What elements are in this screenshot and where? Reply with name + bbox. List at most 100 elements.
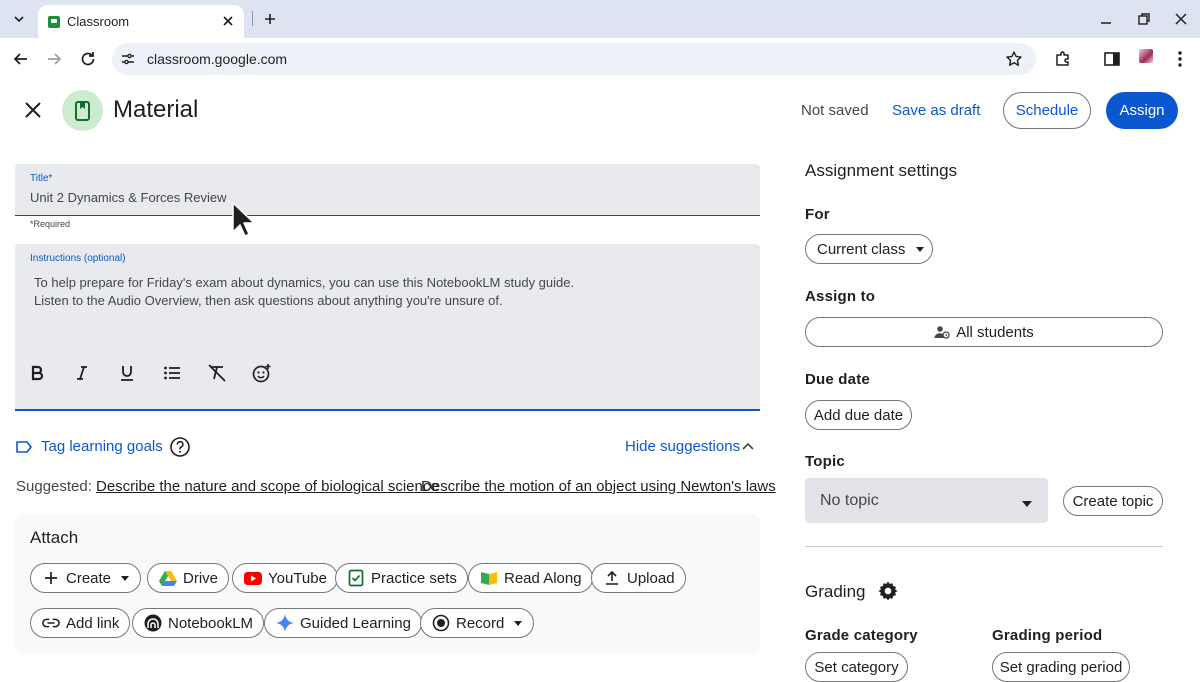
forward-arrow-icon[interactable] [43, 48, 65, 70]
chip-label: Drive [183, 569, 219, 587]
plus-icon [42, 569, 60, 587]
profile-avatar[interactable] [1139, 49, 1153, 63]
title-field-label: Title* [30, 173, 53, 184]
dropdown-arrow-icon [120, 573, 130, 583]
record-icon [432, 614, 450, 632]
label-tag-icon [15, 438, 33, 456]
upload-icon [603, 569, 621, 587]
tag-learning-goals-link[interactable]: Tag learning goals [41, 438, 163, 455]
site-info-icon[interactable] [120, 51, 136, 67]
google-drive-icon [159, 569, 177, 587]
people-icon [934, 325, 950, 339]
schedule-button[interactable]: Schedule [1003, 92, 1091, 129]
grading-heading: Grading [805, 582, 866, 601]
chip-label: Practice sets [371, 569, 457, 587]
close-icon[interactable] [22, 99, 44, 121]
chip-label: Create [66, 569, 112, 587]
create-topic-button[interactable]: Create topic [1063, 486, 1163, 516]
suggestion-link[interactable]: Describe the motion of an object using N… [421, 478, 776, 495]
close-window-icon[interactable] [1171, 9, 1191, 29]
grade-category-label: Grade category [805, 627, 918, 644]
save-as-draft-button[interactable]: Save as draft [892, 102, 980, 119]
browser-menu-kebab-icon[interactable] [1169, 48, 1191, 70]
page-header: Material Not saved Save as draft Schedul… [0, 80, 1200, 140]
record-button[interactable]: Record [420, 608, 535, 638]
tab-separator [252, 11, 253, 26]
bookmark-star-icon[interactable] [1004, 49, 1024, 69]
bold-icon[interactable] [24, 360, 50, 386]
tab-title: Classroom [67, 14, 130, 29]
address-bar[interactable]: classroom.google.com [112, 43, 1036, 75]
class-select-dropdown[interactable]: Current class [805, 234, 933, 264]
section-divider [805, 546, 1163, 547]
minimize-window-icon[interactable] [1096, 9, 1116, 29]
italic-icon[interactable] [69, 360, 95, 386]
gemini-sparkle-icon [276, 614, 294, 632]
chip-label: Add link [66, 614, 120, 632]
topic-select[interactable]: No topic [805, 478, 1048, 523]
assign-to-students-select[interactable]: All students [805, 317, 1163, 347]
classroom-favicon-icon [48, 15, 60, 28]
upload-button[interactable]: Upload [591, 563, 686, 593]
bulleted-list-icon[interactable] [159, 360, 185, 386]
underline-icon[interactable] [114, 360, 140, 386]
reload-icon[interactable] [77, 48, 99, 70]
url-text: classroom.google.com [147, 51, 288, 67]
hide-suggestions-button[interactable]: Hide suggestions [625, 438, 740, 455]
read-along-button[interactable]: Read Along [468, 563, 593, 593]
chip-label: Record [456, 614, 505, 632]
add-link-button[interactable]: Add link [30, 608, 131, 638]
notebooklm-icon [144, 614, 162, 632]
youtube-button[interactable]: YouTube [232, 563, 338, 593]
help-question-icon[interactable] [169, 436, 191, 458]
assign-button[interactable]: Assign [1106, 92, 1178, 129]
material-book-icon [62, 90, 103, 131]
dropdown-arrow-icon [513, 618, 523, 628]
suggestion-link[interactable]: Describe the nature and scope of biologi… [96, 478, 439, 495]
chip-label: Read Along [504, 569, 582, 587]
new-tab-plus-icon[interactable] [260, 9, 280, 29]
class-select-value: Current class [817, 240, 906, 258]
restore-window-icon[interactable] [1134, 9, 1154, 29]
instructions-text-line-2[interactable]: Listen to the Audio Overview, then ask q… [34, 293, 503, 308]
add-due-date-button[interactable]: Add due date [805, 400, 912, 430]
suggested-label: Suggested: [16, 478, 92, 495]
guided-learning-button[interactable]: Guided Learning [264, 608, 422, 638]
drive-button[interactable]: Drive [147, 563, 230, 593]
topic-label: Topic [805, 453, 845, 470]
instructions-field-label: Instructions (optional) [30, 253, 126, 264]
close-tab-icon[interactable] [220, 13, 236, 29]
grading-period-label: Grading period [992, 627, 1103, 644]
browser-tab-classroom[interactable]: Classroom [38, 5, 244, 38]
required-note: *Required [30, 219, 71, 229]
side-panel-icon[interactable] [1101, 48, 1123, 70]
page-title: Material [113, 96, 199, 123]
mouse-pointer-icon [232, 202, 256, 238]
title-field-value[interactable]: Unit 2 Dynamics & Forces Review [30, 190, 227, 205]
browser-toolbar: classroom.google.com [0, 38, 1200, 80]
extensions-puzzle-icon[interactable] [1052, 48, 1074, 70]
tab-search-chevron-icon[interactable] [8, 8, 30, 30]
assignment-settings-panel: Assignment settings For Current class As… [805, 150, 1185, 682]
for-label: For [805, 206, 830, 223]
link-icon [42, 614, 60, 632]
notebooklm-button[interactable]: NotebookLM [132, 608, 265, 638]
chevron-up-icon[interactable] [740, 439, 756, 455]
dropdown-arrow-icon [1021, 496, 1033, 507]
add-emoji-icon[interactable] [249, 360, 275, 386]
set-grading-period-button[interactable]: Set grading period [992, 652, 1130, 682]
youtube-icon [244, 569, 262, 587]
chip-label: Guided Learning [300, 614, 411, 632]
set-category-button[interactable]: Set category [805, 652, 908, 682]
instructions-text-line-1[interactable]: To help prepare for Friday's exam about … [34, 275, 574, 290]
create-attachment-button[interactable]: Create [30, 563, 142, 593]
clear-formatting-icon[interactable] [204, 360, 230, 386]
chip-label: NotebookLM [168, 614, 254, 632]
instructions-field[interactable]: Instructions (optional) To help prepare … [15, 244, 760, 411]
back-arrow-icon[interactable] [10, 48, 32, 70]
topic-select-value: No topic [820, 492, 879, 509]
gear-icon[interactable] [877, 580, 899, 602]
title-field[interactable]: Title* Unit 2 Dynamics & Forces Review [15, 164, 760, 216]
chip-label: Upload [627, 569, 675, 587]
practice-sets-button[interactable]: Practice sets [335, 563, 468, 593]
